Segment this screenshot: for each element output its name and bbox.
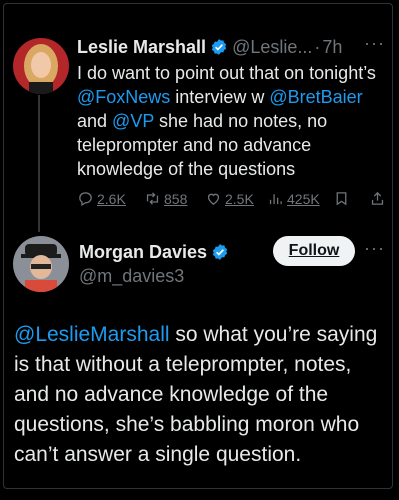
- follow-button[interactable]: Follow: [273, 236, 355, 266]
- share-button[interactable]: [369, 190, 386, 207]
- bookmark-icon: [336, 192, 347, 206]
- reply-count: 2.6K: [97, 190, 126, 207]
- text-segment: I do want to point out that on tonight’s: [77, 63, 376, 83]
- views-button[interactable]: 425K: [267, 190, 320, 207]
- tweet2-header-name: Morgan Davies: [79, 242, 233, 263]
- reply-button[interactable]: 2.6K: [77, 190, 126, 207]
- tweet1-header: Leslie Marshall @Leslie... · 7h: [77, 37, 342, 58]
- heart-icon: [207, 193, 220, 205]
- verified-badge-icon: [212, 244, 228, 260]
- more-dots-icon[interactable]: ···: [364, 33, 385, 54]
- author-handle[interactable]: @Leslie...: [232, 37, 312, 57]
- mention-lesliemarshall[interactable]: @LeslieMarshall: [14, 323, 170, 346]
- retweet-button[interactable]: 858: [144, 190, 187, 207]
- tweet1-actions: 2.6K 858 2.5K 425K: [77, 190, 387, 212]
- separator-dot: ·: [314, 37, 321, 57]
- post-time[interactable]: 7h: [322, 37, 342, 57]
- tweet1-text: I do want to point out that on tonight’s…: [77, 61, 387, 181]
- mention-bretbaier[interactable]: @BretBaier: [269, 87, 362, 107]
- retweet-count: 858: [164, 190, 188, 207]
- avatar-morgan-image: [13, 236, 69, 292]
- author-name[interactable]: Morgan Davies: [79, 242, 207, 262]
- like-button[interactable]: 2.5K: [205, 190, 254, 207]
- retweet-icon: [146, 192, 159, 205]
- author-handle[interactable]: @m_davies3: [79, 266, 184, 287]
- avatar-leslie-marshall[interactable]: [13, 38, 69, 94]
- verified-badge-icon: [211, 39, 227, 55]
- author-name[interactable]: Leslie Marshall: [77, 37, 206, 57]
- reply-icon: [79, 192, 92, 207]
- views-chart-icon: [269, 194, 282, 205]
- like-count: 2.5K: [225, 190, 254, 207]
- mention-foxnews[interactable]: @FoxNews: [77, 87, 170, 107]
- tweet2-text: @LeslieMarshall so what you’re saying is…: [14, 320, 384, 470]
- view-count: 425K: [287, 190, 320, 207]
- more-dots-icon[interactable]: ···: [364, 238, 385, 259]
- share-icon: [371, 191, 384, 205]
- text-segment: interview w: [170, 87, 270, 107]
- avatar-leslie-image: [13, 38, 69, 94]
- text-segment: and: [77, 111, 113, 131]
- mention-vp[interactable]: @VP: [112, 111, 154, 131]
- bookmark-button[interactable]: [333, 190, 350, 207]
- avatar-morgan-davies[interactable]: [13, 236, 69, 292]
- thread-connector-line: [38, 95, 40, 232]
